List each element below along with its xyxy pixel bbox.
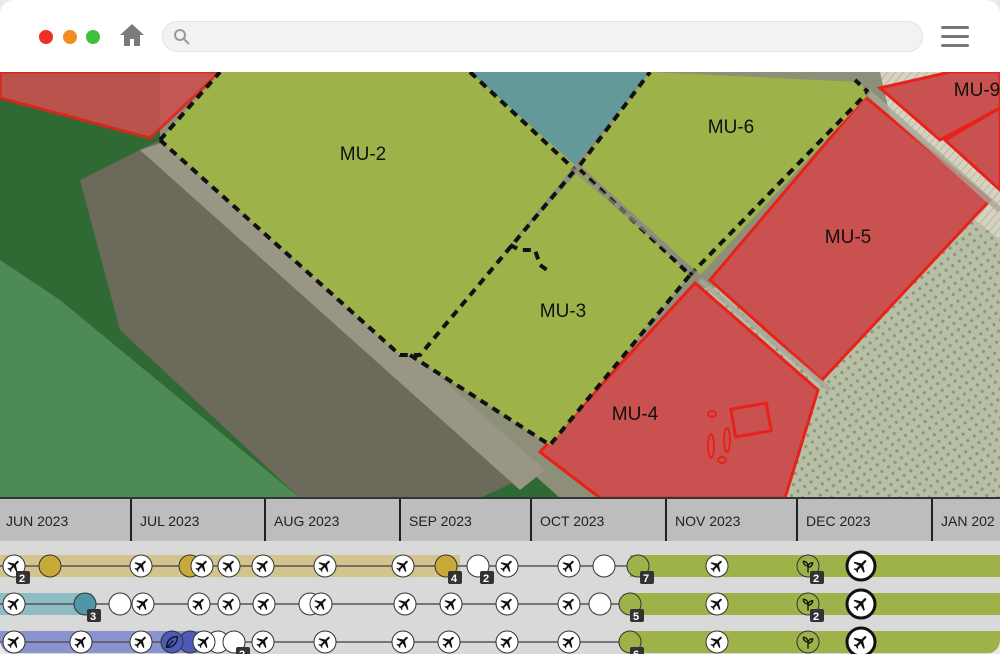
count-badge: 6 (633, 649, 639, 654)
plane-icon[interactable] (557, 630, 581, 654)
plane-icon[interactable] (391, 554, 415, 578)
month-jul-2023[interactable]: JUL 2023 (130, 499, 264, 541)
plane-icon[interactable] (129, 554, 153, 578)
plane-icon[interactable] (705, 554, 729, 578)
month-nov-2023[interactable]: NOV 2023 (665, 499, 796, 541)
count-badge: 2 (813, 573, 819, 585)
search-bar[interactable] (162, 21, 923, 53)
timeline-row-1[interactable]: 2 4 2 7 2 (0, 550, 1000, 585)
month-jan-2024[interactable]: JAN 202 (931, 499, 1000, 541)
month-dec-2023[interactable]: DEC 2023 (796, 499, 931, 541)
plane-icon[interactable] (217, 554, 241, 578)
plane-icon[interactable] (313, 554, 337, 578)
plane-icon[interactable] (251, 554, 275, 578)
plane-icon[interactable] (437, 630, 461, 654)
plane-icon[interactable] (252, 592, 276, 616)
map-label-mu-9: MU-9 (954, 80, 1000, 101)
home-icon[interactable] (119, 22, 145, 48)
count-badge: 2 (813, 611, 819, 623)
sprout-icon[interactable] (796, 630, 820, 654)
plane-icon-active[interactable] (845, 626, 877, 654)
timeline-row-2[interactable]: 3 5 2 (0, 588, 1000, 623)
map-label-mu-5: MU-5 (825, 227, 871, 248)
search-input[interactable] (199, 22, 903, 53)
browser-window: MU-2 MU-3 MU-4 MU-5 MU-6 MU-9 JUN 2023 J… (0, 0, 1000, 654)
minimize-window-button[interactable] (63, 30, 77, 44)
maximize-window-button[interactable] (86, 30, 100, 44)
hamburger-menu-icon[interactable] (941, 26, 969, 50)
count-badge: 3 (90, 611, 96, 623)
plane-icon[interactable] (557, 592, 581, 616)
timeline-rows: 2 4 2 7 2 3 5 2 (0, 541, 1000, 654)
plane-icon-active[interactable] (845, 588, 877, 620)
plane-icon[interactable] (69, 630, 93, 654)
map-label-mu-3: MU-3 (540, 301, 586, 322)
month-oct-2023[interactable]: OCT 2023 (530, 499, 665, 541)
plane-icon[interactable] (129, 630, 153, 654)
count-badge: 7 (643, 573, 649, 585)
plane-icon[interactable] (131, 592, 155, 616)
plane-icon[interactable] (192, 630, 216, 654)
map-label-mu-2: MU-2 (340, 144, 386, 165)
event-marker[interactable] (108, 592, 132, 616)
event-marker[interactable] (592, 554, 616, 578)
plane-icon[interactable] (309, 592, 333, 616)
month-sep-2023[interactable]: SEP 2023 (399, 499, 530, 541)
search-icon (173, 28, 191, 46)
plane-icon[interactable] (217, 592, 241, 616)
count-badge: 5 (633, 611, 639, 623)
close-window-button[interactable] (39, 30, 53, 44)
plane-icon[interactable] (391, 630, 415, 654)
plane-icon[interactable] (251, 630, 275, 654)
event-marker[interactable] (38, 554, 62, 578)
count-badge: 4 (451, 573, 458, 585)
plane-icon[interactable] (495, 554, 519, 578)
plane-icon[interactable] (705, 592, 729, 616)
plane-icon[interactable] (2, 592, 26, 616)
plane-icon[interactable] (313, 630, 337, 654)
month-aug-2023[interactable]: AUG 2023 (264, 499, 399, 541)
plane-icon[interactable] (190, 554, 214, 578)
count-badge: 2 (19, 573, 25, 585)
timeline-row-3[interactable]: 2 6 (0, 626, 1000, 654)
plane-icon[interactable] (187, 592, 211, 616)
map-label-mu-6: MU-6 (708, 117, 754, 138)
plane-icon-active[interactable] (845, 550, 877, 582)
month-jun-2023[interactable]: JUN 2023 (0, 499, 130, 541)
browser-toolbar (0, 0, 1000, 73)
plane-icon[interactable] (2, 630, 26, 654)
count-badge: 2 (239, 649, 245, 654)
leaf-icon[interactable] (160, 630, 184, 654)
count-badge: 2 (483, 573, 489, 585)
plane-icon[interactable] (495, 592, 519, 616)
timeline-panel: JUN 2023 JUL 2023 AUG 2023 SEP 2023 OCT … (0, 497, 1000, 654)
month-axis: JUN 2023 JUL 2023 AUG 2023 SEP 2023 OCT … (0, 497, 1000, 541)
plane-icon[interactable] (705, 630, 729, 654)
plane-icon[interactable] (495, 630, 519, 654)
plane-icon[interactable] (557, 554, 581, 578)
map-label-mu-4: MU-4 (612, 404, 659, 425)
satellite-map[interactable]: MU-2 MU-3 MU-4 MU-5 MU-6 MU-9 (0, 72, 1000, 498)
plane-icon[interactable] (439, 592, 463, 616)
event-marker[interactable] (588, 592, 612, 616)
plane-icon[interactable] (393, 592, 417, 616)
